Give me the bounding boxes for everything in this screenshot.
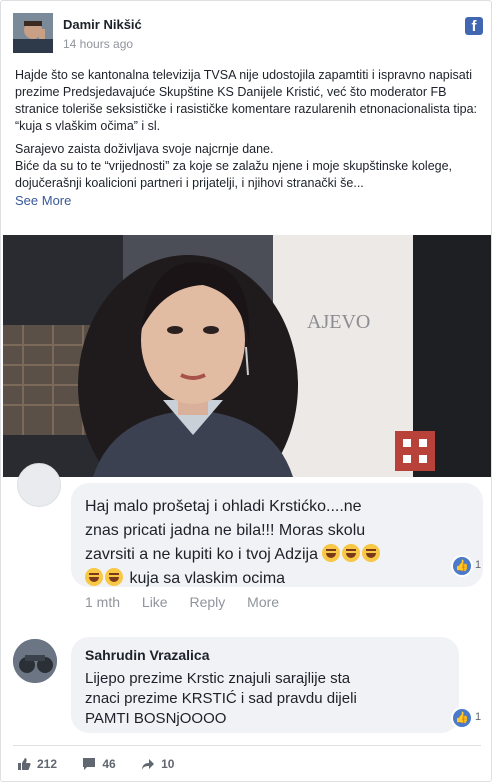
post-paragraph: Hajde što se kantonalna televizija TVSA … (15, 68, 478, 133)
comment-line: Lijepo prezime Krstic znajuli sarajlije … (85, 670, 351, 687)
commenter-avatar[interactable] (17, 463, 61, 507)
laughing-emoji-icon (322, 544, 341, 562)
shares-count: 10 (161, 757, 175, 771)
comment-icon (83, 758, 96, 770)
likes-stat[interactable]: 212 (17, 757, 57, 771)
post-line: Biće da su to te “vrijednosti” za koje s… (15, 159, 453, 190)
laughing-emoji-icon (105, 568, 123, 586)
comment-actions: 1 mth Like Reply More (85, 594, 297, 610)
author-avatar[interactable] (13, 13, 53, 53)
comment-line: kuja sa vlaskim ocima (129, 570, 286, 587)
laughing-emoji-icon (362, 544, 381, 562)
post-body: Hajde što se kantonalna televizija TVSA … (15, 67, 481, 210)
backdrop-sign-text: AJEVO (307, 311, 371, 333)
comments-count: 46 (102, 757, 116, 771)
reply-link[interactable]: Reply (189, 594, 225, 610)
post-header: Damir Nikšić 14 hours ago f (13, 13, 483, 57)
comments-section: Haj malo prošetaj i ohladi Krstićko....n… (1, 463, 491, 747)
commenter-avatar[interactable] (13, 639, 57, 683)
laughing-emoji-icon (85, 568, 103, 586)
post-stats-bar: 212 46 10 (17, 757, 196, 775)
comment-line: zavrsiti a ne kupiti ko i tvoj Adzija (85, 546, 318, 563)
footer-divider (13, 745, 481, 746)
facebook-post-card: Damir Nikšić 14 hours ago f Hajde što se… (0, 0, 492, 782)
comment-line: Haj malo prošetaj i ohladi Krstićko....n… (85, 498, 362, 515)
facebook-logo-icon[interactable]: f (465, 17, 483, 35)
comment-line: PAMTI BOSNjOOOO (85, 710, 227, 727)
like-reaction-icon[interactable]: 👍 (451, 707, 473, 729)
comment-like-count: 1 (475, 559, 482, 571)
author-name[interactable]: Damir Nikšić (63, 17, 142, 32)
share-icon (142, 759, 155, 770)
thumbs-up-icon (18, 758, 31, 770)
like-reaction-icon[interactable]: 👍 (451, 555, 473, 577)
post-paragraph: Sarajevo zaista doživljava svoje najcrnj… (15, 141, 481, 210)
likes-count: 212 (37, 757, 58, 771)
shares-stat[interactable]: 10 (141, 757, 174, 771)
commenter-name[interactable]: Sahrudin Vrazalica (85, 647, 445, 663)
like-link[interactable]: Like (142, 594, 168, 610)
comment-text: Lijepo prezime Krstic znajuli sarajlije … (85, 669, 445, 729)
see-more-link[interactable]: See More (15, 193, 71, 208)
comment-bubble: Sahrudin Vrazalica Lijepo prezime Krstic… (71, 637, 459, 733)
post-photo[interactable]: AJEVO (3, 235, 491, 477)
comment-time[interactable]: 1 mth (85, 594, 120, 610)
post-line: Sarajevo zaista doživljava svoje najcrnj… (15, 142, 274, 156)
comment-bubble: Haj malo prošetaj i ohladi Krstićko....n… (71, 483, 483, 587)
laughing-emoji-icon (342, 544, 361, 562)
comment-text: Haj malo prošetaj i ohladi Krstićko....n… (85, 495, 469, 591)
comment-line: znaci prezime KRSTIĆ i sad pravdu dijeli (85, 690, 357, 707)
comment-like-count: 1 (475, 711, 482, 723)
post-timestamp[interactable]: 14 hours ago (63, 37, 133, 51)
comments-stat[interactable]: 46 (82, 757, 116, 771)
more-link[interactable]: More (247, 594, 279, 610)
comment-line: znas pricati jadna ne bila!!! Moras skol… (85, 522, 366, 539)
